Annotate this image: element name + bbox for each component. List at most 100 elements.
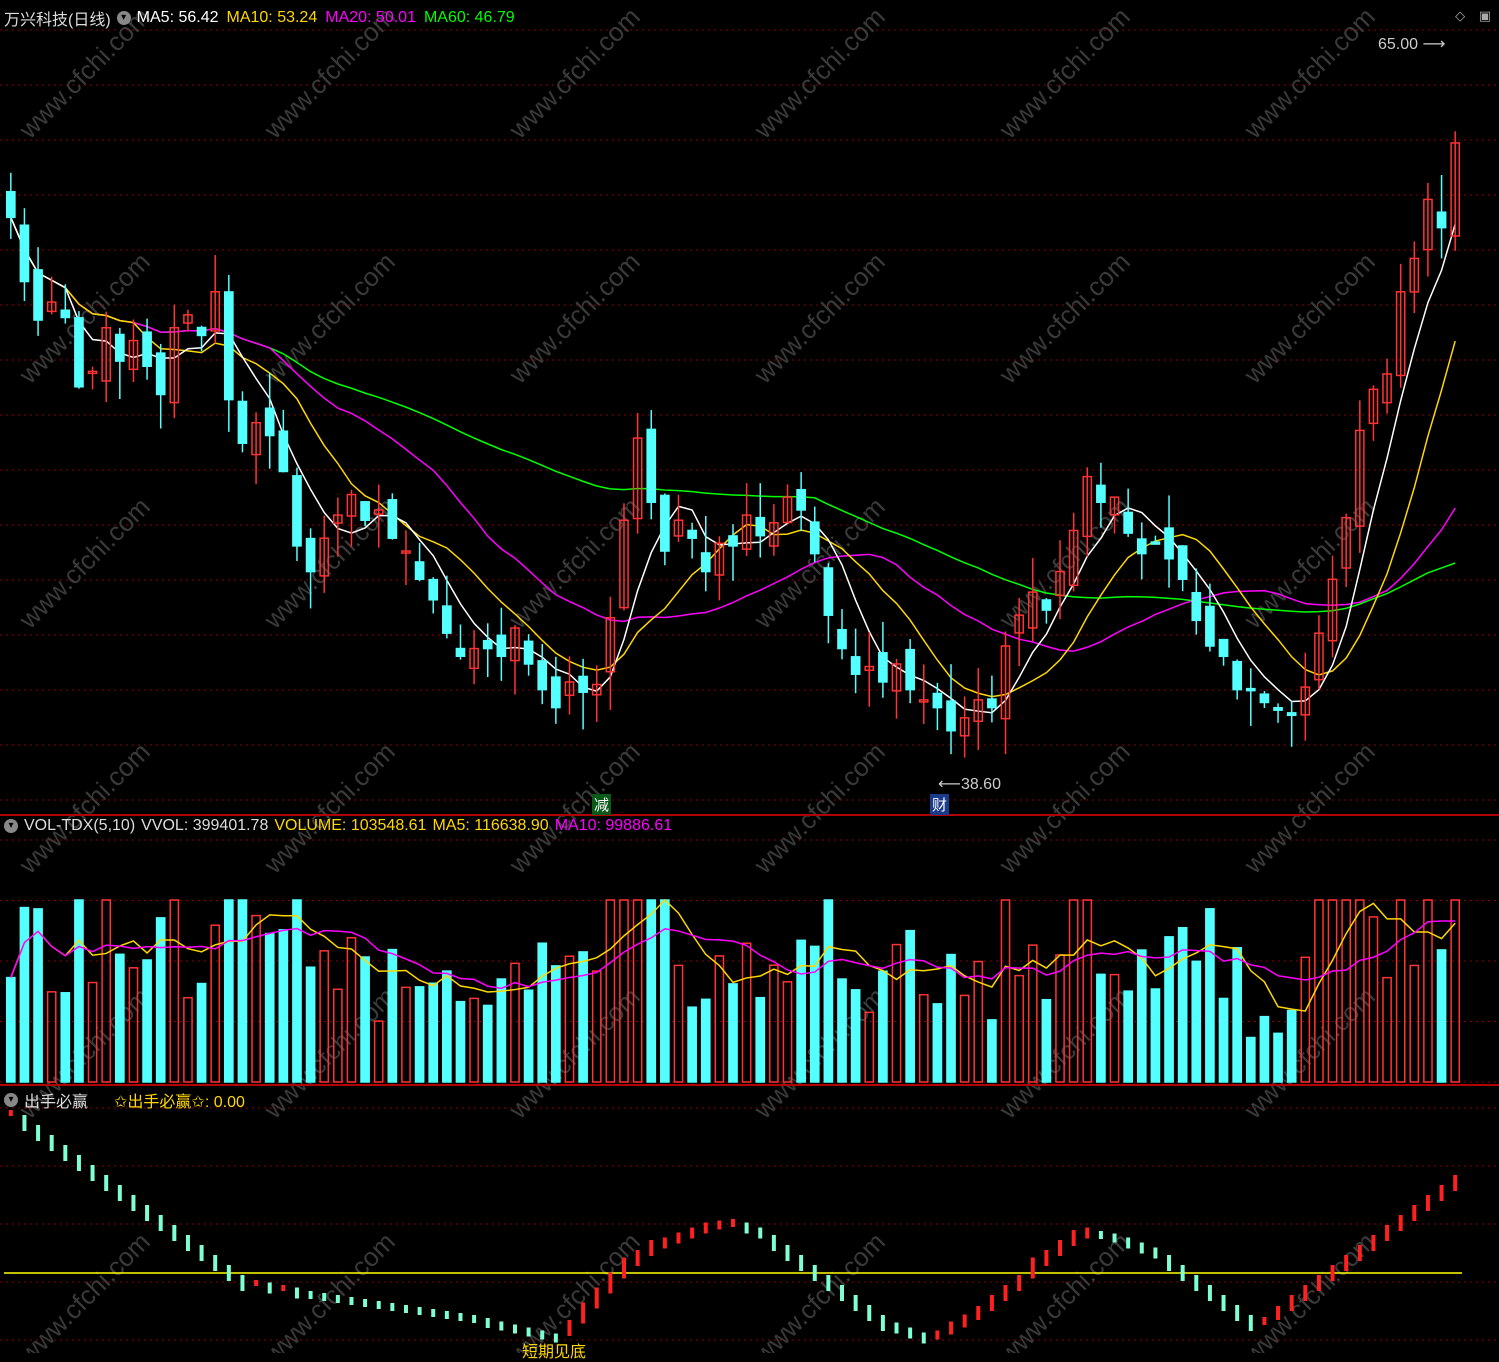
volume-bar: [769, 964, 779, 1083]
volume-bar: [823, 899, 834, 1083]
candle-body: [537, 660, 548, 691]
candle-body: [278, 430, 289, 473]
candle-body: [728, 535, 738, 547]
watermark-text: www.cfchi.com: [1237, 736, 1380, 879]
candle-body: [850, 656, 861, 675]
diamond-icon[interactable]: ◇: [1455, 8, 1465, 23]
candle-body: [578, 675, 588, 693]
volume-bar: [1423, 899, 1433, 1083]
watermark-text: www.cfchi.com: [747, 246, 890, 389]
indicator-bar: [158, 1215, 163, 1231]
indicator-bar: [594, 1287, 599, 1309]
volume-bar: [551, 965, 561, 1083]
chevron-down-icon[interactable]: ▾: [4, 819, 18, 833]
volume-bar: [1164, 936, 1174, 1083]
finance-tag[interactable]: 财: [930, 794, 950, 815]
candle-body: [687, 529, 697, 539]
watermark-text: www.cfchi.com: [257, 246, 400, 389]
volume-bar: [1259, 1015, 1270, 1083]
volume-bar: [74, 899, 84, 1083]
indicator-bar: [785, 1245, 790, 1261]
candle-body: [646, 428, 657, 504]
vol-ma5-value: MA5: 116638.90: [432, 817, 549, 834]
indicator-bar: [771, 1235, 776, 1251]
volume-bar: [19, 906, 30, 1083]
indicator-bar: [976, 1306, 981, 1320]
indicator-bar: [1330, 1265, 1335, 1281]
indicator-bar: [1126, 1237, 1131, 1249]
volume-bar: [932, 1003, 943, 1083]
ma-legend-1: MA10: 53.24: [226, 9, 318, 26]
volume-bar: [837, 978, 847, 1083]
indicator-bar: [1207, 1285, 1212, 1301]
indicator-bar: [799, 1255, 804, 1271]
vol-indicator-name[interactable]: VOL-TDX(5,10): [24, 817, 135, 835]
stock-chart[interactable]: www.cfchi.com www.cfchi.com www.cfchi.com w…: [0, 0, 1499, 1353]
reduce-tag[interactable]: 减: [592, 794, 612, 815]
indicator-bar: [22, 1115, 27, 1131]
candle-body: [1273, 706, 1283, 711]
chevron-down-icon[interactable]: ▾: [116, 11, 131, 25]
volume-bar: [1286, 1009, 1297, 1083]
volume-bar: [537, 942, 548, 1083]
candle-body: [1191, 591, 1202, 622]
window-controls[interactable]: ◇ ▣: [1455, 8, 1491, 24]
indicator-bar: [1153, 1247, 1158, 1259]
stock-title[interactable]: 万兴科技(日线): [4, 6, 111, 30]
volume-bar: [578, 951, 588, 1083]
indicator-bar: [226, 1265, 231, 1281]
indicator-bar: [76, 1155, 81, 1171]
chevron-down-icon[interactable]: ▾: [4, 1093, 18, 1107]
indicator-bar: [894, 1322, 899, 1334]
volume-bar: [918, 993, 929, 1083]
volume-bar: [1123, 990, 1133, 1083]
indicator-bar: [1017, 1275, 1022, 1291]
indicator-bar: [1112, 1233, 1117, 1243]
indicator-bar: [731, 1219, 735, 1227]
volume-bar: [905, 929, 915, 1083]
indicator-bar: [403, 1305, 408, 1313]
indicator-bar: [1167, 1255, 1172, 1271]
indicator-bar: [717, 1220, 722, 1230]
volume-bar: [687, 1006, 697, 1083]
candle-body: [455, 647, 466, 658]
candle-body: [428, 578, 439, 601]
volume-bar: [714, 955, 725, 1083]
indicator-bar: [812, 1265, 817, 1281]
candle-body: [1123, 511, 1133, 534]
indicator-bar: [1371, 1235, 1376, 1251]
volume-bar: [1000, 899, 1011, 1083]
candle-body: [1436, 211, 1447, 229]
candle-body: [223, 291, 234, 401]
volume-bar: [142, 959, 152, 1083]
candle-body: [74, 317, 84, 388]
indicator-bar: [349, 1297, 354, 1305]
ma20-path: [10, 217, 1456, 652]
indicator-bar: [1412, 1205, 1417, 1221]
indicator-bar: [90, 1165, 95, 1181]
indicator-bar: [335, 1295, 340, 1303]
indicator-bar: [758, 1227, 763, 1239]
indicator-bar: [1289, 1295, 1294, 1311]
watermark-text: www.cfchi.com: [12, 491, 155, 634]
indicator-bar: [294, 1287, 299, 1299]
candle-body: [1259, 693, 1270, 704]
candle-body: [1136, 538, 1147, 555]
maximize-icon[interactable]: ▣: [1479, 8, 1491, 23]
indicator-bar: [649, 1240, 654, 1256]
volume-bar: [292, 899, 302, 1083]
ma10-line: [10, 217, 1456, 698]
indicator-bar: [621, 1257, 626, 1279]
candle-body: [932, 692, 943, 709]
indicator-bar: [267, 1282, 272, 1294]
volume-bar: [1041, 998, 1052, 1083]
indicator-bar: [431, 1309, 436, 1317]
volume-bar: [1409, 964, 1420, 1083]
low-price-label: ⟵38.60: [938, 776, 1001, 793]
indicator-name[interactable]: 出手必赢: [24, 1088, 88, 1112]
ma-legend-0: MA5: 56.42: [136, 9, 219, 26]
volume-bar: [196, 982, 207, 1083]
volume-bar: [946, 953, 956, 1083]
indicator-bar: [662, 1237, 667, 1249]
indicator-bar: [853, 1295, 858, 1311]
